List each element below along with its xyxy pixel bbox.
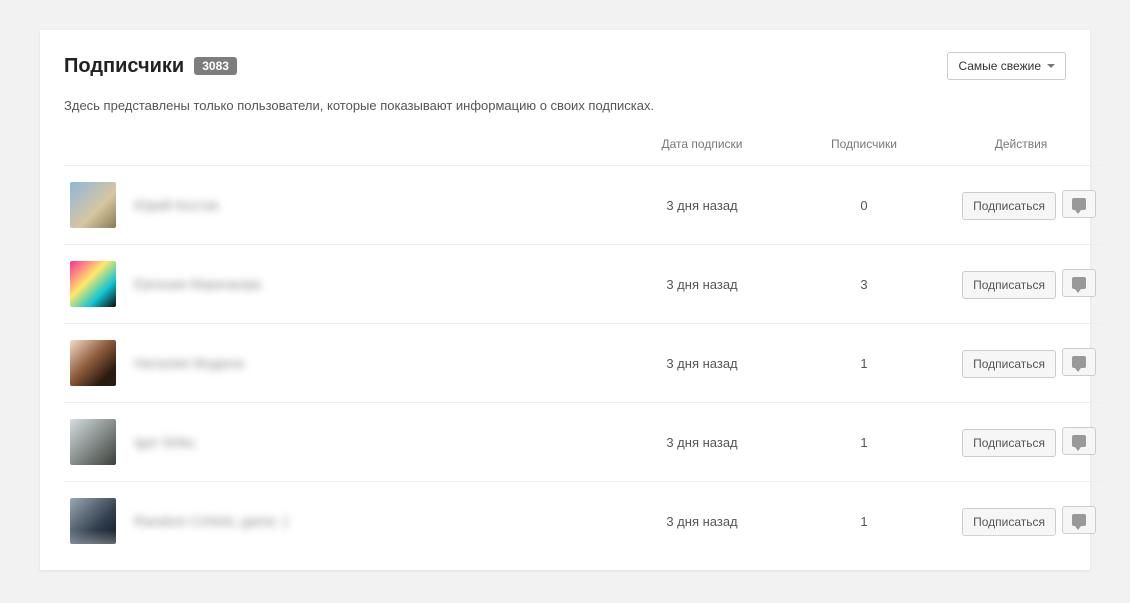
table-row: Наталия Модена 3 дня назад1 Подписаться	[64, 324, 1102, 403]
user-cell: Юрий Костик	[64, 166, 616, 244]
col-date: Дата подписки	[616, 127, 788, 166]
page-title: Подписчики	[64, 55, 184, 78]
actions-cell: Подписаться	[940, 482, 1102, 561]
table-row: Random CANAL game :) 3 дня назад1 Подписат…	[64, 482, 1102, 561]
caret-down-icon	[1047, 64, 1055, 68]
subscriber-count: 1	[788, 482, 940, 561]
col-actions: Действия	[940, 127, 1102, 166]
avatar[interactable]	[70, 340, 116, 386]
table-row: Евгения Макенкова 3 дня назад3 Подписаться	[64, 245, 1102, 324]
user-cell: Random CANAL game :)	[64, 482, 616, 560]
table-row: Igor Sirbu 3 дня назад1 Подписаться	[64, 403, 1102, 482]
message-button[interactable]	[1062, 269, 1096, 297]
subscribe-button[interactable]: Подписаться	[962, 429, 1056, 457]
subscribe-date: 3 дня назад	[616, 166, 788, 245]
user-cell: Igor Sirbu	[64, 403, 616, 481]
username-link[interactable]: Igor Sirbu	[134, 434, 195, 450]
chat-icon	[1072, 277, 1086, 289]
avatar[interactable]	[70, 498, 116, 544]
subscribe-date: 3 дня назад	[616, 245, 788, 324]
subscribe-button[interactable]: Подписаться	[962, 271, 1056, 299]
title-wrap: Подписчики 3083	[64, 55, 237, 78]
subscribe-button[interactable]: Подписаться	[962, 350, 1056, 378]
user-cell: Евгения Макенкова	[64, 245, 616, 323]
username-link[interactable]: Наталия Модена	[134, 355, 244, 371]
subscriber-count: 1	[788, 403, 940, 482]
message-button[interactable]	[1062, 348, 1096, 376]
subscriber-count: 1	[788, 324, 940, 403]
sort-dropdown[interactable]: Самые свежие	[947, 52, 1066, 80]
col-user	[64, 127, 616, 166]
chat-icon	[1072, 435, 1086, 447]
subscribe-date: 3 дня назад	[616, 324, 788, 403]
subscribe-date: 3 дня назад	[616, 482, 788, 561]
sort-label: Самые свежие	[958, 59, 1041, 73]
avatar[interactable]	[70, 419, 116, 465]
username-link[interactable]: Random CANAL game :)	[134, 513, 288, 529]
actions-cell: Подписаться	[940, 245, 1102, 324]
message-button[interactable]	[1062, 190, 1096, 218]
subscriber-count: 0	[788, 166, 940, 245]
actions-cell: Подписаться	[940, 324, 1102, 403]
actions-cell: Подписаться	[940, 403, 1102, 482]
subscribers-count-badge: 3083	[194, 57, 237, 75]
chat-icon	[1072, 514, 1086, 526]
table-row: Юрий Костик 3 дня назад0 Подписаться	[64, 166, 1102, 245]
message-button[interactable]	[1062, 427, 1096, 455]
subscribe-button[interactable]: Подписаться	[962, 192, 1056, 220]
username-link[interactable]: Юрий Костик	[134, 197, 219, 213]
username-link[interactable]: Евгения Макенкова	[134, 276, 261, 292]
message-button[interactable]	[1062, 506, 1096, 534]
table-header-row: Дата подписки Подписчики Действия	[64, 127, 1102, 166]
actions-cell: Подписаться	[940, 166, 1102, 245]
chat-icon	[1072, 198, 1086, 210]
subscribers-table: Дата подписки Подписчики Действия Юрий К…	[64, 127, 1102, 560]
subtitle-text: Здесь представлены только пользователи, …	[64, 98, 1066, 113]
subscriber-count: 3	[788, 245, 940, 324]
subscribe-button[interactable]: Подписаться	[962, 508, 1056, 536]
avatar[interactable]	[70, 261, 116, 307]
col-subscribers: Подписчики	[788, 127, 940, 166]
avatar[interactable]	[70, 182, 116, 228]
subscribe-date: 3 дня назад	[616, 403, 788, 482]
panel-header: Подписчики 3083 Самые свежие	[64, 52, 1066, 80]
chat-icon	[1072, 356, 1086, 368]
user-cell: Наталия Модена	[64, 324, 616, 402]
subscribers-panel: Подписчики 3083 Самые свежие Здесь предс…	[40, 30, 1090, 570]
